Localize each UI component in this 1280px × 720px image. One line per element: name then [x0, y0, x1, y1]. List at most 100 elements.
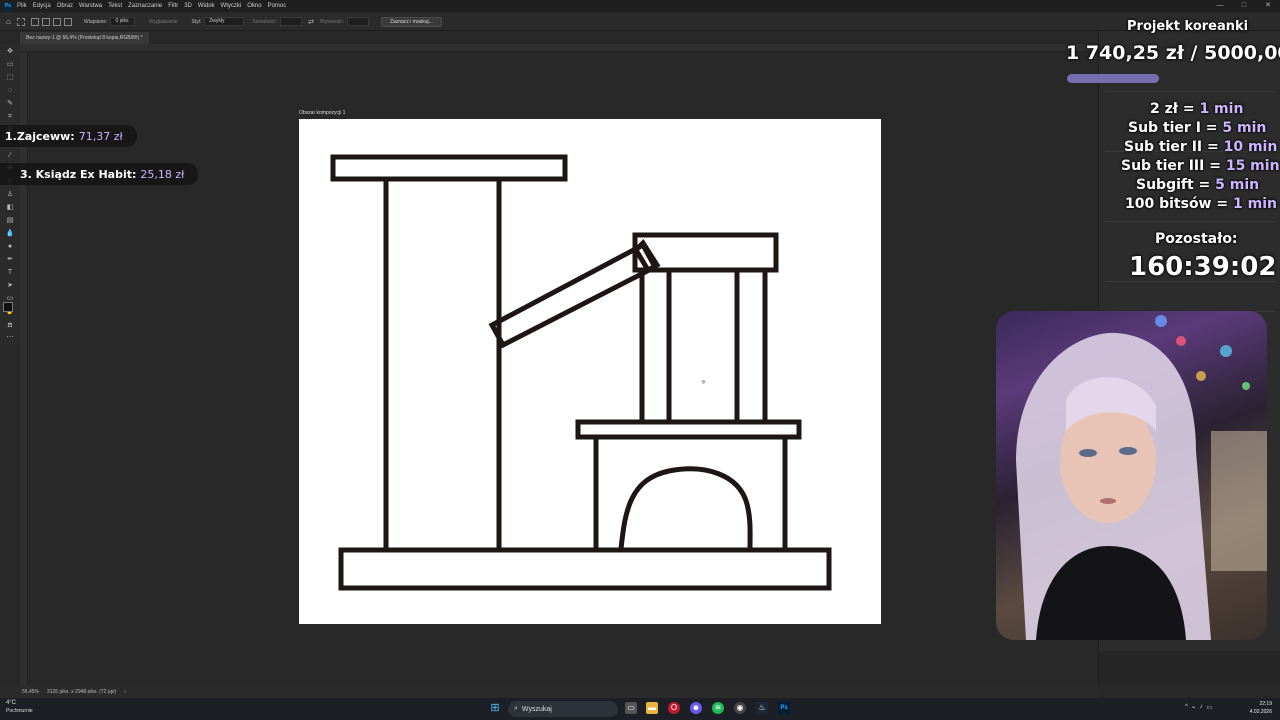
weather-desc: Pochmurnie — [6, 708, 33, 714]
steam-icon[interactable]: ♨ — [756, 702, 768, 714]
minimize-button[interactable]: — — [1208, 0, 1232, 12]
oven-arch[interactable] — [618, 466, 753, 550]
volume-icon[interactable]: ♪ — [1199, 704, 1202, 711]
tray-chevron-icon[interactable]: ^ — [1185, 704, 1188, 711]
horizontal-ruler[interactable] — [20, 44, 1098, 52]
maximize-button[interactable]: □ — [1232, 0, 1256, 12]
status-chevron-icon[interactable]: › — [124, 689, 126, 695]
system-tray: ^ ⌁ ♪ ▭ — [1185, 704, 1212, 711]
menu-3d[interactable]: 3D — [184, 3, 192, 9]
quick-mask-icon[interactable]: ◘ — [5, 322, 15, 330]
lasso-tool-icon[interactable]: ◌ — [5, 87, 15, 95]
goal-current-amount: 1 740,25 zł — [1066, 42, 1184, 64]
select-and-mask-button[interactable]: Zaznacz i maskuj... — [381, 16, 442, 27]
foreground-color-swatch[interactable] — [3, 302, 13, 312]
spotify-icon[interactable]: ≋ — [712, 702, 724, 714]
goal-amounts: 1 740,25 zł / 5000,00 zł — [1066, 42, 1280, 64]
menu-plugins[interactable]: Wtyczki — [221, 3, 242, 9]
height-label: Wysokość: — [319, 18, 344, 25]
goal-progress-bar — [1067, 74, 1159, 83]
opera-icon[interactable]: O — [668, 702, 680, 714]
blur-tool-icon[interactable]: 💧 — [5, 230, 15, 238]
windows-taskbar: 4°C Pochmurnie ⊞ ⌕ Wyszukaj ▭ ▬ O ☻ ≋ ◉ … — [0, 698, 1280, 720]
status-bar: 56,45% 3126 piks. x 2948 piks. (72 ppi) … — [0, 686, 1098, 698]
swap-icon[interactable]: ⇄ — [308, 18, 314, 26]
stamp-tool-icon[interactable]: ♙ — [5, 191, 15, 199]
base-slab[interactable] — [338, 547, 832, 591]
height-input[interactable] — [347, 17, 369, 26]
feather-label: Wtapianie: — [83, 18, 108, 25]
menu-edit[interactable]: Edycja — [33, 3, 51, 9]
obs-icon[interactable]: ◉ — [734, 702, 746, 714]
mid-beam[interactable] — [575, 419, 802, 440]
right-upper-pillar-right[interactable] — [734, 267, 768, 425]
rate-line: Sub tier III = 15 min — [1121, 158, 1280, 174]
move-tool-icon[interactable]: ✥ — [5, 48, 15, 56]
menu-window[interactable]: Okno — [247, 3, 261, 9]
menu-filter[interactable]: Filtr — [168, 3, 178, 9]
rate-line: Subgift = 5 min — [1136, 177, 1260, 193]
layers-footer — [1099, 651, 1280, 686]
marquee-tool-icon[interactable]: ⬚ — [5, 74, 15, 82]
search-icon: ⌕ — [514, 705, 518, 712]
menu-image[interactable]: Obraz — [57, 3, 73, 9]
menu-help[interactable]: Pomoc — [268, 3, 287, 9]
home-icon[interactable]: ⌂ — [6, 17, 11, 26]
menu-view[interactable]: Widok — [198, 3, 215, 9]
taskbar-clock[interactable]: 22:19 4.02.2026 — [1250, 700, 1272, 716]
artboard-tool-icon[interactable]: ▭ — [5, 61, 15, 69]
taskbar-search[interactable]: ⌕ Wyszukaj — [508, 701, 618, 717]
photoshop-taskbar-icon[interactable]: Ps — [778, 702, 790, 714]
quick-select-tool-icon[interactable]: ✎ — [5, 100, 15, 108]
document-tab[interactable]: Bez nazwy-1 @ 56,4% (Prostokąt 8 kopia,R… — [20, 32, 149, 44]
eyedropper-tool-icon[interactable]: ⁄ — [5, 152, 15, 160]
menu-file[interactable]: Plik — [17, 3, 27, 9]
menu-type[interactable]: Tekst — [108, 3, 122, 9]
windows-start-icon[interactable]: ⊞ — [489, 702, 501, 714]
path-select-tool-icon[interactable]: ➤ — [5, 282, 15, 290]
pen-tool-icon[interactable]: ✒ — [5, 256, 15, 264]
width-label: Szerokość: — [252, 18, 277, 25]
document-size: 3126 piks. x 2948 piks. (72 ppi) — [46, 689, 117, 695]
battery-icon[interactable]: ▭ — [1206, 704, 1212, 711]
feather-input[interactable]: 0 piks. — [110, 17, 135, 26]
artboard-label: Obszar kompozycji 1 — [299, 110, 346, 116]
weather-widget[interactable]: 4°C Pochmurnie — [6, 699, 33, 715]
type-tool-icon[interactable]: T — [5, 269, 15, 277]
timer-label: Pozostało: — [1155, 231, 1238, 247]
menu-select[interactable]: Zaznaczanie — [128, 3, 162, 9]
drawing-svg — [330, 154, 832, 591]
zoom-level[interactable]: 56,45% — [22, 689, 39, 695]
goal-target-amount: 5000,00 zł — [1204, 42, 1280, 64]
vertical-ruler[interactable] — [20, 52, 28, 686]
style-select[interactable]: Zwykły — [204, 17, 245, 26]
photoshop-logo-icon[interactable]: Ps — [3, 1, 13, 11]
clock-time: 22:19 — [1259, 701, 1272, 707]
style-label: Styl: — [191, 18, 202, 25]
right-upper-pillar-left[interactable] — [639, 267, 672, 425]
marquee-tool-icon[interactable] — [16, 17, 25, 26]
crop-tool-icon[interactable]: ⌗ — [5, 113, 15, 121]
gradient-tool-icon[interactable]: ▤ — [5, 217, 15, 225]
file-explorer-icon[interactable]: ▬ — [646, 702, 658, 714]
eraser-tool-icon[interactable]: ◧ — [5, 204, 15, 212]
slanted-chute[interactable] — [488, 241, 659, 349]
goal-title: Projekt koreanki — [1127, 19, 1249, 34]
task-view-icon[interactable]: ▭ — [625, 702, 637, 714]
search-placeholder: Wyszukaj — [521, 705, 552, 713]
artboard-canvas[interactable] — [299, 119, 881, 624]
left-top-beam[interactable] — [330, 154, 568, 182]
webcam-image — [1016, 315, 1267, 640]
menu-layer[interactable]: Warstwa — [79, 3, 102, 9]
goal-separator: / — [1190, 42, 1198, 64]
dodge-tool-icon[interactable]: ● — [5, 243, 15, 251]
rate-line: Sub tier I = 5 min — [1128, 120, 1267, 136]
network-icon[interactable]: ⌁ — [1192, 704, 1196, 711]
antialias-checkbox[interactable]: Wygładzanie — [149, 19, 178, 25]
width-input[interactable] — [279, 17, 302, 26]
selection-mode-icons[interactable] — [30, 17, 72, 26]
tools-panel: ✥ ▭ ⬚ ◌ ✎ ⌗ ⊠ ⁄ ✚ ✐ ♙ ◧ ▤ 💧 ● ✒ T ➤ ▭ ✋ … — [0, 44, 20, 344]
more-tools-icon[interactable]: ⋯ — [5, 334, 15, 342]
close-button[interactable]: ✕ — [1256, 0, 1280, 12]
discord-icon[interactable]: ☻ — [690, 702, 702, 714]
